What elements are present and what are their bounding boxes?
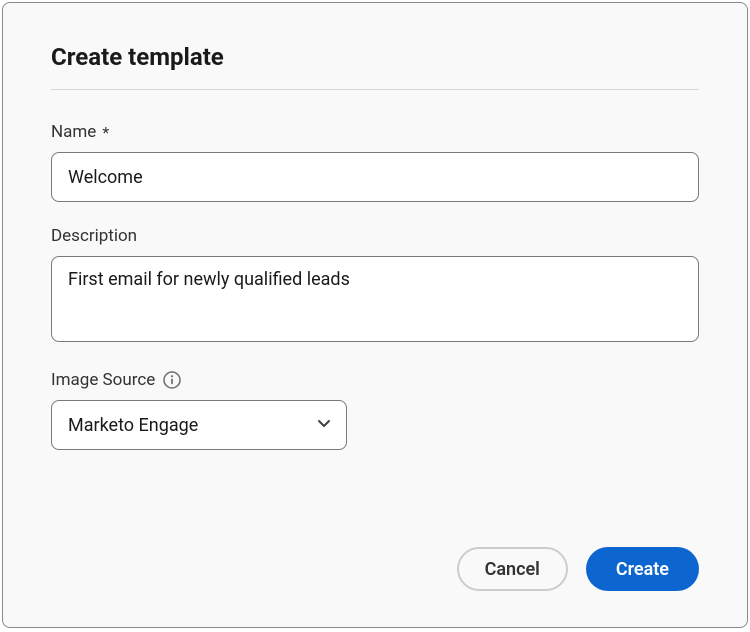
button-row: Cancel Create [51, 527, 699, 591]
create-template-modal: Create template Name * Description First… [2, 2, 748, 628]
name-field: Name * [51, 122, 699, 202]
image-source-select[interactable]: Marketo Engage [51, 400, 347, 450]
description-input[interactable]: First email for newly qualified leads [51, 256, 699, 342]
image-source-label-text: Image Source [51, 370, 155, 390]
name-input[interactable] [51, 152, 699, 202]
name-label: Name * [51, 122, 699, 142]
create-button[interactable]: Create [586, 547, 699, 591]
description-field: Description First email for newly qualif… [51, 226, 699, 346]
image-source-select-wrap: Marketo Engage [51, 400, 347, 450]
required-asterisk: * [102, 123, 109, 142]
description-label: Description [51, 226, 699, 246]
image-source-label: Image Source [51, 370, 699, 390]
divider [51, 89, 699, 90]
cancel-button[interactable]: Cancel [457, 547, 568, 591]
name-label-text: Name [51, 122, 96, 142]
modal-title: Create template [51, 43, 699, 71]
info-icon[interactable] [163, 371, 181, 389]
image-source-field: Image Source Marketo Engage [51, 370, 699, 450]
description-label-text: Description [51, 226, 137, 246]
